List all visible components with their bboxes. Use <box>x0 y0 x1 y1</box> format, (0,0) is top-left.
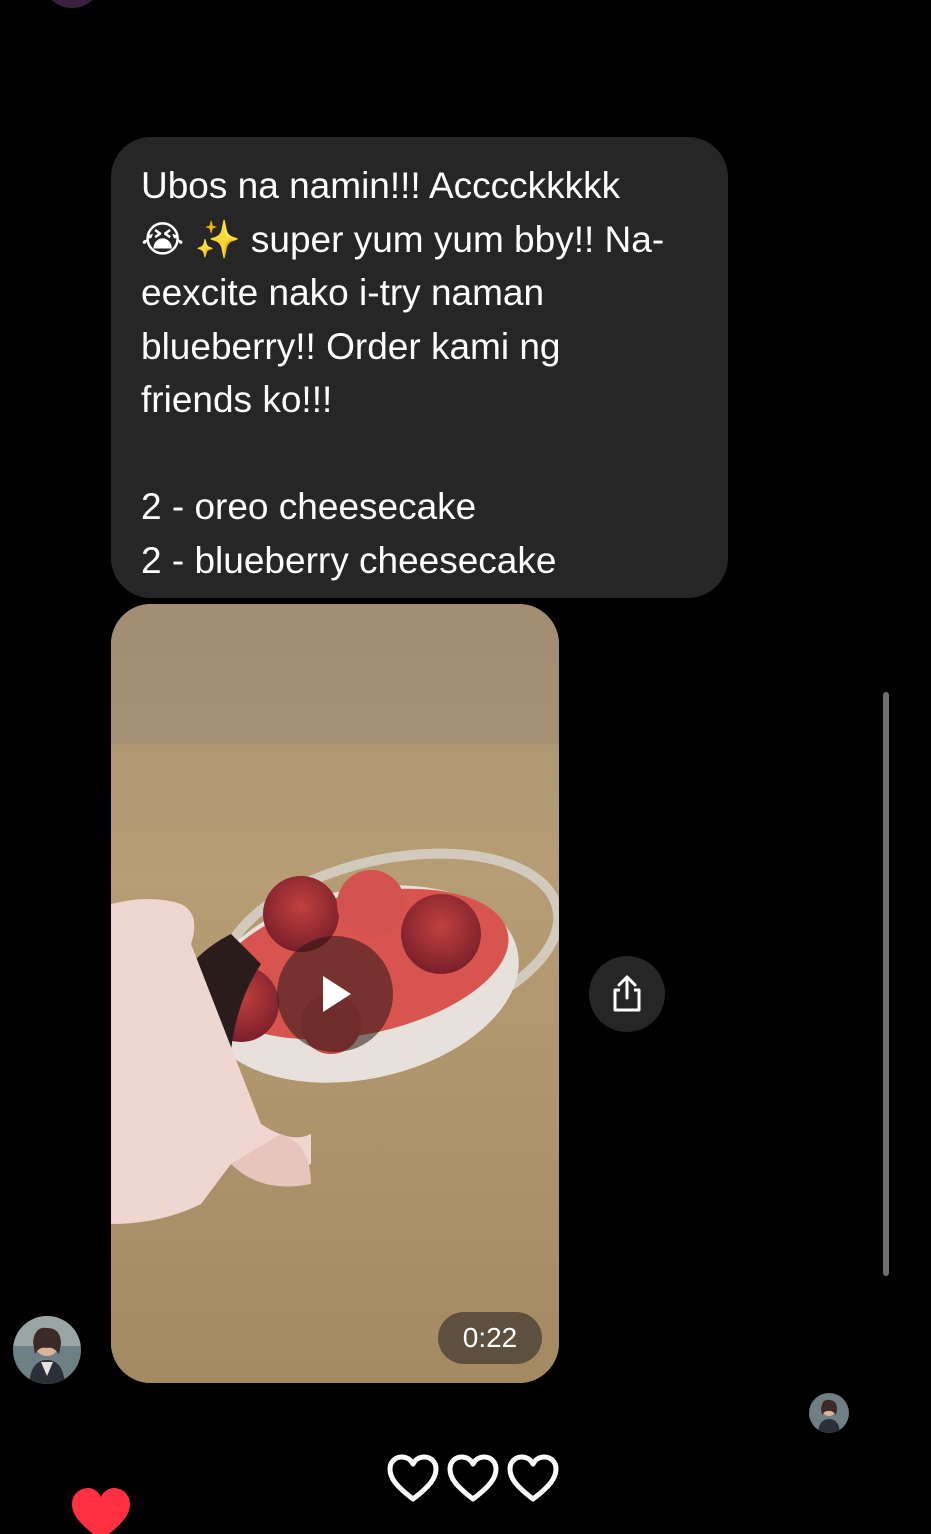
top-avatar <box>42 0 102 8</box>
share-button[interactable] <box>589 956 665 1032</box>
reaction-hearts[interactable] <box>386 1452 560 1504</box>
message-text: Ubos na namin!!! Acccckkkkk 😭 ✨ super yu… <box>141 165 665 581</box>
chat-screen: Ubos na namin!!! Acccckkkkk 😭 ✨ super yu… <box>0 0 931 1534</box>
message-bubble[interactable]: Ubos na namin!!! Acccckkkkk 😭 ✨ super yu… <box>111 137 728 598</box>
video-duration: 0:22 <box>438 1312 542 1364</box>
heart-outline-icon[interactable] <box>506 1452 560 1504</box>
avatar-photo <box>13 1316 81 1384</box>
seen-avatar <box>809 1393 849 1433</box>
play-icon <box>323 976 351 1012</box>
scrollbar[interactable] <box>883 692 889 1276</box>
video-message[interactable]: 0:22 <box>111 604 559 1383</box>
share-icon <box>613 975 641 1012</box>
heart-outline-icon[interactable] <box>446 1452 500 1504</box>
heart-filled-icon[interactable] <box>70 1486 132 1534</box>
avatar-photo <box>809 1393 849 1433</box>
heart-outline-icon[interactable] <box>386 1452 440 1504</box>
sender-avatar[interactable] <box>13 1316 81 1384</box>
play-button[interactable] <box>277 936 393 1052</box>
